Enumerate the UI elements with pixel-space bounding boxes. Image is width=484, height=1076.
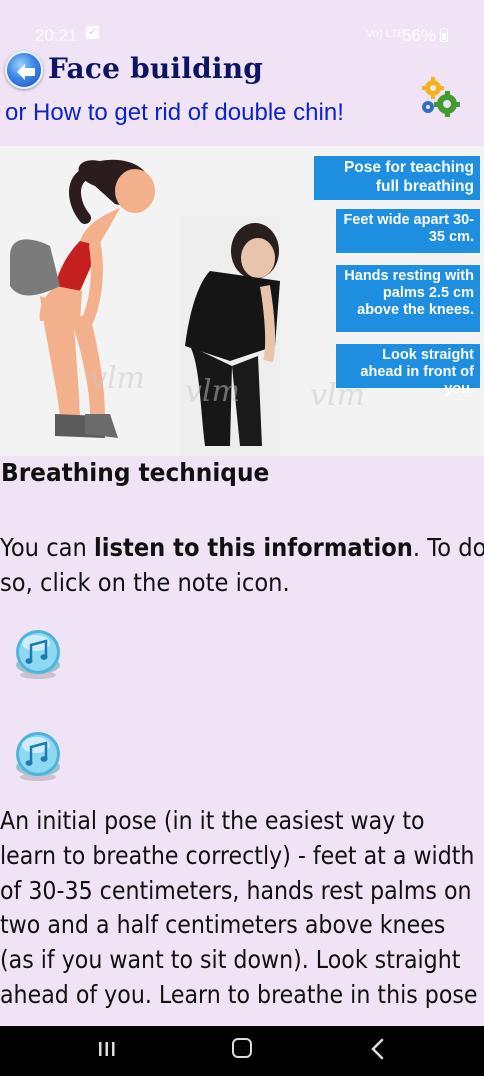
section-title: Breathing technique	[1, 458, 270, 487]
notification-icon: ✓	[86, 26, 99, 39]
body-text-line: two and a half centimeters above knees	[0, 910, 446, 939]
intro-text-bold: listen to this information	[94, 533, 413, 562]
home-icon[interactable]	[232, 1038, 252, 1058]
body-text-line: (as if you want to sit down). Look strai…	[0, 945, 461, 974]
body-text-line: An initial pose (in it the easiest way t…	[0, 806, 425, 835]
system-nav-bar	[0, 1026, 484, 1076]
intro-text-line2: so, click on the note icon.	[0, 568, 290, 597]
gears-icon	[422, 77, 460, 117]
pose-caption-hands: Hands resting with palms 2.5 cm above th…	[336, 265, 480, 332]
audio-play-button-1[interactable]	[14, 625, 62, 681]
status-bar: 20:21 ✓ Vo) LTE 56%	[0, 0, 484, 60]
music-note-icon	[16, 630, 60, 679]
status-time: 20:21	[35, 26, 78, 45]
pose-caption-feet: Feet wide apart 30-35 cm.	[336, 209, 480, 253]
pose-caption-title: Pose for teaching full breathing	[314, 156, 480, 200]
nav-back-icon[interactable]	[368, 1038, 388, 1060]
body-text-line: of 30-35 centimeters, hands rest palms o…	[0, 876, 472, 905]
back-arrow-icon	[17, 64, 35, 80]
recent-apps-icon[interactable]	[98, 1040, 116, 1058]
intro-text-pre: You can	[0, 533, 95, 562]
watermark: vlm	[90, 361, 145, 396]
intro-text-post: . To do	[412, 533, 484, 562]
app-subtitle: or How to get rid of double chin!	[5, 99, 344, 126]
signal-icon: Vo) LTE	[366, 28, 405, 40]
settings-button[interactable]	[418, 76, 462, 120]
battery-level: 56%	[402, 26, 437, 45]
breathing-pose-illustration: vlm vlm vlm Pose for teaching full breat…	[0, 146, 484, 456]
intro-text: You can listen to this information. To d…	[0, 530, 484, 565]
pose-caption-look: Look straight ahead in front of you.	[336, 344, 480, 397]
music-note-icon	[16, 732, 60, 781]
audio-play-button-2[interactable]	[14, 727, 62, 783]
battery-icon	[440, 28, 448, 42]
app-title: Face building	[48, 52, 264, 85]
body-text-line: learn to breathe correctly) - feet at a …	[0, 841, 475, 870]
back-button[interactable]	[5, 51, 43, 89]
body-text-line: ahead of you. Learn to breathe in this p…	[0, 980, 478, 1009]
watermark: vlm	[185, 374, 240, 409]
